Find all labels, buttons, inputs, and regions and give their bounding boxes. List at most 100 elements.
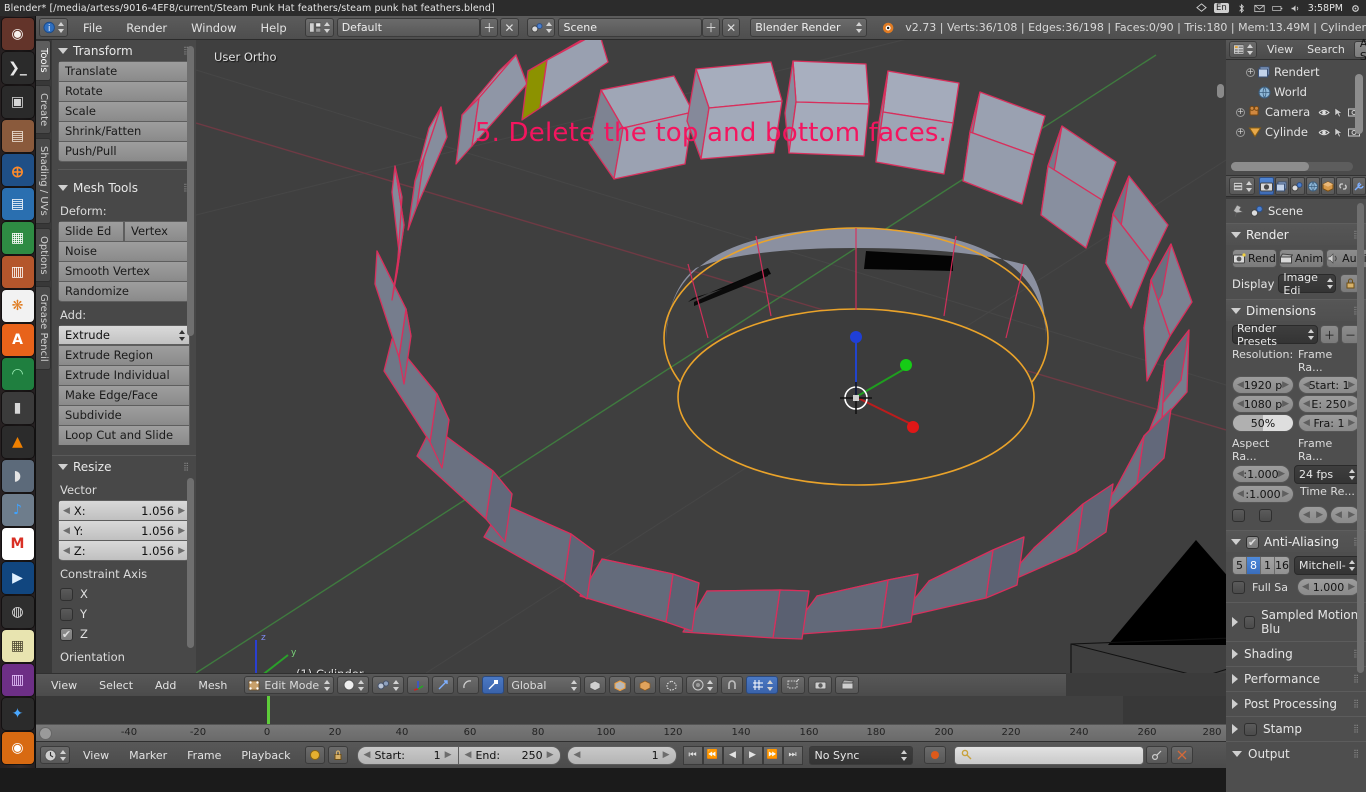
resize-y-field[interactable]: ◀ Y: 1.056 ▶: [58, 520, 190, 540]
outliner[interactable]: + Rendert World + Camera +: [1226, 60, 1366, 175]
face-select-mode-button[interactable]: [634, 676, 656, 694]
frame-rate-dropdown[interactable]: 24 fps: [1294, 465, 1360, 484]
resolution-x-field[interactable]: ◀1920 p▶: [1232, 376, 1294, 394]
tab-options[interactable]: Options: [36, 228, 51, 283]
jump-to-end-button[interactable]: ⏭: [783, 746, 803, 765]
jump-to-start-button[interactable]: ⏮: [683, 746, 703, 765]
antialiasing-panel-header[interactable]: ✔ Anti-Aliasing ⣿: [1226, 530, 1366, 552]
subdivide-button[interactable]: Subdivide: [58, 405, 190, 425]
timeline-track[interactable]: [36, 696, 1226, 724]
resolution-percentage-slider[interactable]: 50%: [1232, 414, 1294, 432]
amazon-icon[interactable]: A: [2, 324, 34, 356]
libreoffice-writer-icon[interactable]: ▤: [2, 188, 34, 220]
sync-mode-dropdown[interactable]: No Sync: [809, 746, 913, 765]
cursor-arrow-icon[interactable]: [1334, 127, 1344, 138]
timeline-menu-frame[interactable]: Frame: [177, 742, 231, 769]
3d-viewport[interactable]: z y x User Ortho 5. Delete the top and b…: [196, 40, 1226, 673]
clock[interactable]: 3:58PM: [1308, 3, 1343, 14]
aa-filter-size-field[interactable]: ◀1.000▶: [1297, 578, 1360, 596]
play-reverse-button[interactable]: ◀: [723, 746, 743, 765]
decrement-arrow-icon[interactable]: ◀: [574, 750, 581, 760]
aa-sample-5[interactable]: 5: [1233, 557, 1247, 574]
render-panel-header[interactable]: Render ⣿: [1226, 223, 1366, 245]
vertex-select-mode-button[interactable]: [584, 676, 606, 694]
render-animation-button[interactable]: Anim: [1279, 249, 1324, 268]
properties-tab-scene[interactable]: [1290, 177, 1304, 195]
screen-layout-icon-button[interactable]: [305, 18, 334, 37]
editor-type-selector-timeline[interactable]: [40, 746, 70, 764]
scene-icon-button[interactable]: [527, 18, 556, 37]
properties-tab-modifiers[interactable]: [1352, 177, 1366, 195]
frame-start-field[interactable]: ◀ Start: 1 ▶: [357, 746, 459, 765]
libreoffice-calc-icon[interactable]: ▦: [2, 222, 34, 254]
ubuntu-dash-icon[interactable]: ◉: [2, 18, 34, 50]
tab-create[interactable]: Create: [36, 85, 51, 134]
next-keyframe-button[interactable]: ⏩: [763, 746, 783, 765]
outliner-hscrollbar[interactable]: [1231, 162, 1353, 171]
stamp-checkbox[interactable]: [1244, 723, 1257, 736]
add-screen-layout-button[interactable]: ＋: [480, 18, 498, 37]
outliner-display-mode-dropdown[interactable]: All S: [1354, 41, 1366, 58]
extrude-dropdown[interactable]: Extrude: [58, 325, 190, 345]
outliner-vscrollbar[interactable]: [1355, 74, 1363, 134]
blender-icon[interactable]: ◉: [2, 732, 34, 764]
constraint-axis-z-row[interactable]: ✔ Z: [52, 624, 196, 644]
disc-burner-icon[interactable]: ◍: [2, 596, 34, 628]
scene-dropdown[interactable]: Scene: [558, 18, 701, 37]
shrink-fatten-button[interactable]: Shrink/Fatten: [58, 121, 190, 141]
game-icon[interactable]: ▦: [2, 630, 34, 662]
transform-orientation-dropdown[interactable]: Global: [507, 676, 581, 694]
outliner-row-world[interactable]: World: [1226, 82, 1366, 102]
auto-keyframe-toggle[interactable]: [305, 746, 325, 764]
properties-tab-object[interactable]: [1321, 177, 1335, 195]
snap-magnet-toggle[interactable]: [721, 676, 743, 694]
properties-tab-world[interactable]: [1306, 177, 1320, 195]
motion-blur-checkbox[interactable]: [1244, 616, 1255, 629]
viewport-menu-add[interactable]: Add: [144, 674, 187, 697]
decrement-arrow-icon[interactable]: ◀: [63, 526, 70, 536]
delete-scene-button[interactable]: ✕: [722, 18, 740, 37]
decrement-arrow-icon[interactable]: ◀: [63, 506, 70, 516]
frame-step-field[interactable]: ◀Fra: 1▶: [1298, 414, 1360, 432]
editor-type-selector-properties[interactable]: [1229, 177, 1255, 195]
files-icon[interactable]: ▣: [2, 86, 34, 118]
slide-edge-button[interactable]: Slide Ed: [58, 221, 124, 241]
vlc-icon[interactable]: ▲: [2, 426, 34, 458]
resize-z-field[interactable]: ◀ Z: 1.056 ▶: [58, 540, 190, 560]
increment-arrow-icon[interactable]: ▶: [178, 546, 185, 556]
full-sample-checkbox[interactable]: [1232, 581, 1245, 594]
terminal-icon[interactable]: ❯_: [2, 52, 34, 84]
mail-icon[interactable]: [1254, 3, 1265, 14]
menu-window[interactable]: Window: [179, 16, 248, 40]
dimensions-panel-header[interactable]: Dimensions ⣿: [1226, 299, 1366, 321]
opengl-render-image-button[interactable]: [808, 676, 832, 694]
display-mode-dropdown[interactable]: Image Edi: [1278, 274, 1336, 293]
increment-arrow-icon[interactable]: ▶: [445, 750, 452, 760]
timeline-playhead[interactable]: [267, 696, 270, 724]
rotate-manipulator-toggle[interactable]: [457, 676, 479, 694]
unity-launcher[interactable]: ◉❯_▣▤🜨▤▦▥❋A◠▮▲◗♪M▶◍▦▥✦◉: [0, 16, 36, 768]
timeline-menu-marker[interactable]: Marker: [119, 742, 177, 769]
viewport-shading-dropdown[interactable]: [337, 676, 369, 694]
proportional-edit-dropdown[interactable]: [686, 676, 718, 694]
cursor-arrow-icon[interactable]: [1334, 107, 1344, 118]
time-remap-new-field[interactable]: ◀▶: [1330, 506, 1360, 524]
aspect-y-field[interactable]: ◀:1.000▶: [1232, 485, 1294, 503]
add-keying-set-button[interactable]: [1146, 746, 1168, 764]
menu-help[interactable]: Help: [249, 16, 299, 40]
push-pull-button[interactable]: Push/Pull: [58, 141, 190, 161]
panel-post-processing[interactable]: Post Processing ⣿: [1226, 691, 1366, 716]
resolution-y-field[interactable]: ◀1080 p▶: [1232, 395, 1294, 413]
panel-shading[interactable]: Shading ⣿: [1226, 641, 1366, 666]
outliner-row-camera[interactable]: + Camera: [1226, 102, 1366, 122]
render-presets-dropdown[interactable]: Render Presets: [1232, 325, 1318, 344]
lock-toggle[interactable]: [328, 746, 348, 764]
add-scene-button[interactable]: ＋: [702, 18, 720, 37]
smooth-vertex-button[interactable]: Smooth Vertex: [58, 261, 190, 281]
decrement-arrow-icon[interactable]: ◀: [63, 546, 70, 556]
resize-x-field[interactable]: ◀ X: 1.056 ▶: [58, 500, 190, 520]
eye-icon[interactable]: [1318, 128, 1330, 137]
blueman-icon[interactable]: ✦: [2, 698, 34, 730]
expand-icon[interactable]: +: [1236, 128, 1245, 137]
extrude-region-button[interactable]: Extrude Region: [58, 345, 190, 365]
